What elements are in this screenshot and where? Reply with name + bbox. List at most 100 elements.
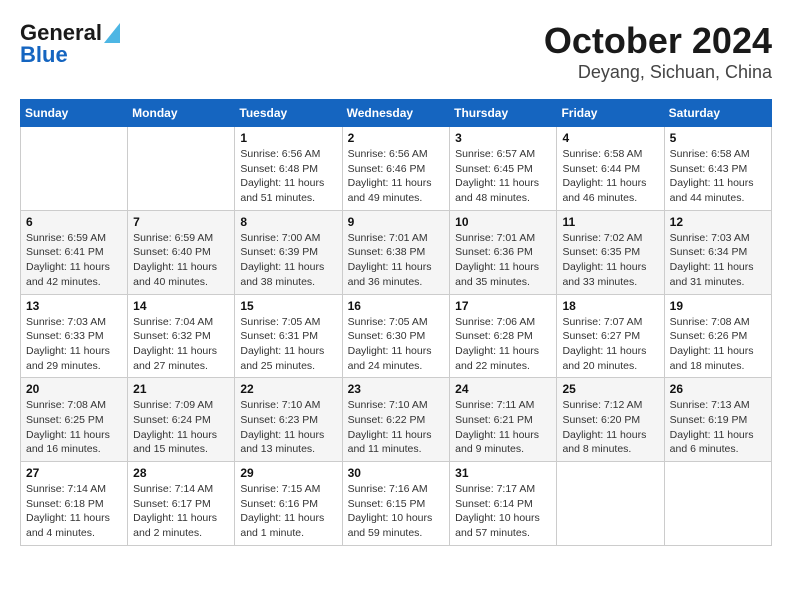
- calendar-cell: 19 Sunrise: 7:08 AMSunset: 6:26 PMDayligh…: [664, 294, 771, 378]
- title-block: October 2024 Deyang, Sichuan, China: [544, 20, 772, 83]
- weekday-header: Saturday: [664, 100, 771, 127]
- day-number: 21: [133, 382, 229, 396]
- day-number: 19: [670, 299, 766, 313]
- day-number: 2: [348, 131, 445, 145]
- weekday-header: Tuesday: [235, 100, 342, 127]
- calendar-table: SundayMondayTuesdayWednesdayThursdayFrid…: [20, 99, 772, 546]
- day-info: Sunrise: 6:58 AMSunset: 6:44 PMDaylight:…: [562, 147, 658, 206]
- day-number: 9: [348, 215, 445, 229]
- day-info: Sunrise: 7:14 AMSunset: 6:18 PMDaylight:…: [26, 482, 122, 541]
- calendar-cell: 1Sunrise: 6:56 AMSunset: 6:48 PMDaylight…: [235, 127, 342, 211]
- day-number: 31: [455, 466, 551, 480]
- day-number: 10: [455, 215, 551, 229]
- weekday-header: Thursday: [450, 100, 557, 127]
- day-info: Sunrise: 7:12 AMSunset: 6:20 PMDaylight:…: [562, 398, 658, 457]
- calendar-cell: 3 Sunrise: 6:57 AMSunset: 6:45 PMDaylight…: [450, 127, 557, 211]
- calendar-cell: 16Sunrise: 7:05 AMSunset: 6:30 PMDayligh…: [342, 294, 450, 378]
- day-info: Sunrise: 7:01 AMSunset: 6:36 PMDaylight:…: [455, 231, 551, 290]
- day-info: Sunrise: 7:02 AMSunset: 6:35 PMDaylight:…: [562, 231, 658, 290]
- calendar-cell: 6Sunrise: 6:59 AMSunset: 6:41 PMDaylight…: [21, 210, 128, 294]
- page-subtitle: Deyang, Sichuan, China: [544, 62, 772, 83]
- calendar-cell: 2 Sunrise: 6:56 AMSunset: 6:46 PMDaylight…: [342, 127, 450, 211]
- calendar-cell: 29 Sunrise: 7:15 AMSunset: 6:16 PMDayligh…: [235, 462, 342, 546]
- day-info: Sunrise: 7:16 AMSunset: 6:15 PMDaylight:…: [348, 482, 445, 541]
- day-number: 18: [562, 299, 658, 313]
- day-number: 25: [562, 382, 658, 396]
- calendar-week-row: 13Sunrise: 7:03 AMSunset: 6:33 PMDayligh…: [21, 294, 772, 378]
- day-number: 26: [670, 382, 766, 396]
- calendar-cell: 17 Sunrise: 7:06 AMSunset: 6:28 PMDayligh…: [450, 294, 557, 378]
- day-number: 27: [26, 466, 122, 480]
- day-info: Sunrise: 7:17 AMSunset: 6:14 PMDaylight:…: [455, 482, 551, 541]
- day-info: Sunrise: 7:14 AMSunset: 6:17 PMDaylight:…: [133, 482, 229, 541]
- calendar-cell: 15Sunrise: 7:05 AMSunset: 6:31 PMDayligh…: [235, 294, 342, 378]
- calendar-cell: 7 Sunrise: 6:59 AMSunset: 6:40 PMDaylight…: [128, 210, 235, 294]
- calendar-cell: 4Sunrise: 6:58 AMSunset: 6:44 PMDaylight…: [557, 127, 664, 211]
- day-number: 29: [240, 466, 336, 480]
- day-info: Sunrise: 7:05 AMSunset: 6:30 PMDaylight:…: [348, 315, 445, 374]
- calendar-cell: 21Sunrise: 7:09 AMSunset: 6:24 PMDayligh…: [128, 378, 235, 462]
- calendar-week-row: 1Sunrise: 6:56 AMSunset: 6:48 PMDaylight…: [21, 127, 772, 211]
- day-info: Sunrise: 6:59 AMSunset: 6:40 PMDaylight:…: [133, 231, 229, 290]
- calendar-cell: 27 Sunrise: 7:14 AMSunset: 6:18 PMDayligh…: [21, 462, 128, 546]
- day-info: Sunrise: 7:03 AMSunset: 6:34 PMDaylight:…: [670, 231, 766, 290]
- calendar-cell: 26 Sunrise: 7:13 AMSunset: 6:19 PMDayligh…: [664, 378, 771, 462]
- day-info: Sunrise: 7:10 AMSunset: 6:23 PMDaylight:…: [240, 398, 336, 457]
- day-number: 30: [348, 466, 445, 480]
- calendar-cell: [128, 127, 235, 211]
- day-info: Sunrise: 7:04 AMSunset: 6:32 PMDaylight:…: [133, 315, 229, 374]
- day-number: 17: [455, 299, 551, 313]
- weekday-header: Monday: [128, 100, 235, 127]
- calendar-cell: 23 Sunrise: 7:10 AMSunset: 6:22 PMDayligh…: [342, 378, 450, 462]
- calendar-cell: 5Sunrise: 6:58 AMSunset: 6:43 PMDaylight…: [664, 127, 771, 211]
- day-number: 3: [455, 131, 551, 145]
- day-number: 24: [455, 382, 551, 396]
- day-info: Sunrise: 7:06 AMSunset: 6:28 PMDaylight:…: [455, 315, 551, 374]
- day-number: 13: [26, 299, 122, 313]
- day-info: Sunrise: 6:59 AMSunset: 6:41 PMDaylight:…: [26, 231, 122, 290]
- day-info: Sunrise: 6:56 AMSunset: 6:48 PMDaylight:…: [240, 147, 336, 206]
- page-header: General Blue October 2024 Deyang, Sichua…: [20, 20, 772, 83]
- calendar-cell: [557, 462, 664, 546]
- weekday-row: SundayMondayTuesdayWednesdayThursdayFrid…: [21, 100, 772, 127]
- day-info: Sunrise: 6:56 AMSunset: 6:46 PMDaylight:…: [348, 147, 445, 206]
- day-info: Sunrise: 7:10 AMSunset: 6:22 PMDaylight:…: [348, 398, 445, 457]
- day-number: 8: [240, 215, 336, 229]
- calendar-cell: [21, 127, 128, 211]
- day-info: Sunrise: 7:08 AMSunset: 6:26 PMDaylight:…: [670, 315, 766, 374]
- calendar-week-row: 6Sunrise: 6:59 AMSunset: 6:41 PMDaylight…: [21, 210, 772, 294]
- calendar-cell: 22 Sunrise: 7:10 AMSunset: 6:23 PMDayligh…: [235, 378, 342, 462]
- calendar-cell: 20 Sunrise: 7:08 AMSunset: 6:25 PMDayligh…: [21, 378, 128, 462]
- day-number: 22: [240, 382, 336, 396]
- calendar-week-row: 20 Sunrise: 7:08 AMSunset: 6:25 PMDayligh…: [21, 378, 772, 462]
- weekday-header: Wednesday: [342, 100, 450, 127]
- calendar-cell: 10 Sunrise: 7:01 AMSunset: 6:36 PMDayligh…: [450, 210, 557, 294]
- day-number: 28: [133, 466, 229, 480]
- calendar-cell: 28 Sunrise: 7:14 AMSunset: 6:17 PMDayligh…: [128, 462, 235, 546]
- calendar-cell: 31 Sunrise: 7:17 AMSunset: 6:14 PMDayligh…: [450, 462, 557, 546]
- day-info: Sunrise: 7:13 AMSunset: 6:19 PMDaylight:…: [670, 398, 766, 457]
- calendar-week-row: 27 Sunrise: 7:14 AMSunset: 6:18 PMDayligh…: [21, 462, 772, 546]
- day-number: 23: [348, 382, 445, 396]
- day-info: Sunrise: 7:01 AMSunset: 6:38 PMDaylight:…: [348, 231, 445, 290]
- calendar-cell: 11Sunrise: 7:02 AMSunset: 6:35 PMDayligh…: [557, 210, 664, 294]
- day-info: Sunrise: 6:57 AMSunset: 6:45 PMDaylight:…: [455, 147, 551, 206]
- calendar-cell: 24Sunrise: 7:11 AMSunset: 6:21 PMDayligh…: [450, 378, 557, 462]
- calendar-cell: 13Sunrise: 7:03 AMSunset: 6:33 PMDayligh…: [21, 294, 128, 378]
- day-number: 12: [670, 215, 766, 229]
- weekday-header: Sunday: [21, 100, 128, 127]
- day-number: 20: [26, 382, 122, 396]
- calendar-header: SundayMondayTuesdayWednesdayThursdayFrid…: [21, 100, 772, 127]
- weekday-header: Friday: [557, 100, 664, 127]
- day-info: Sunrise: 7:08 AMSunset: 6:25 PMDaylight:…: [26, 398, 122, 457]
- day-info: Sunrise: 7:07 AMSunset: 6:27 PMDaylight:…: [562, 315, 658, 374]
- day-info: Sunrise: 6:58 AMSunset: 6:43 PMDaylight:…: [670, 147, 766, 206]
- day-number: 7: [133, 215, 229, 229]
- calendar-body: 1Sunrise: 6:56 AMSunset: 6:48 PMDaylight…: [21, 127, 772, 546]
- day-info: Sunrise: 7:15 AMSunset: 6:16 PMDaylight:…: [240, 482, 336, 541]
- calendar-cell: 18 Sunrise: 7:07 AMSunset: 6:27 PMDayligh…: [557, 294, 664, 378]
- logo-blue-text: Blue: [20, 42, 68, 68]
- calendar-cell: 25 Sunrise: 7:12 AMSunset: 6:20 PMDayligh…: [557, 378, 664, 462]
- calendar-cell: [664, 462, 771, 546]
- logo: General Blue: [20, 20, 120, 68]
